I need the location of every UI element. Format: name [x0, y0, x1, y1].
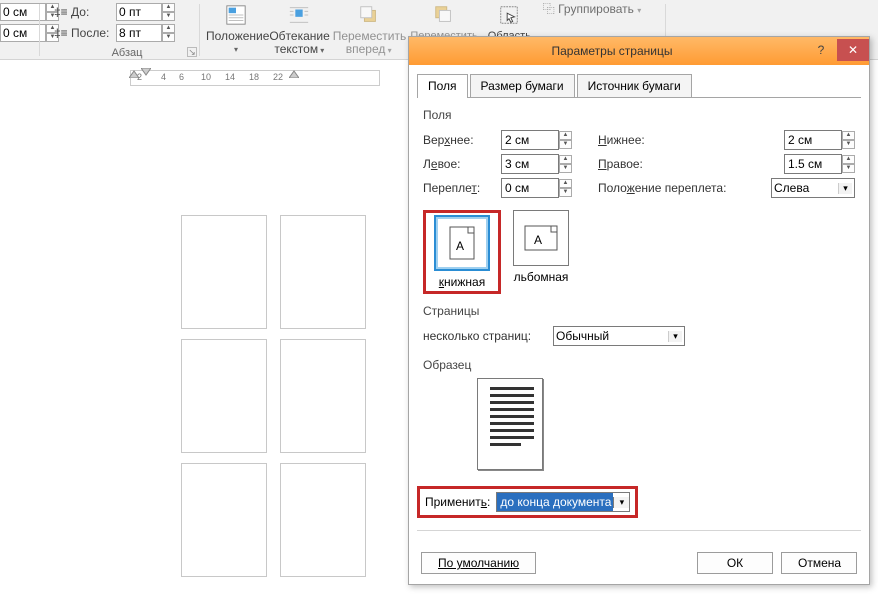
top-margin-label: Верхнее:	[423, 133, 501, 147]
position-button[interactable]: Положение▾	[206, 0, 266, 56]
ok-button[interactable]: ОК	[697, 552, 773, 574]
apply-to-select[interactable]: до конца документа ▾	[496, 492, 630, 512]
close-button[interactable]: ✕	[837, 39, 869, 61]
multiple-pages-label: несколько страниц:	[423, 329, 553, 343]
help-button[interactable]: ?	[805, 39, 837, 61]
page-thumb[interactable]	[181, 463, 267, 577]
page-thumb[interactable]	[280, 215, 366, 329]
gutter-label: Переплет:	[423, 181, 501, 195]
bring-forward-button[interactable]: Переместить вперед ▾	[333, 0, 405, 57]
right-margin-spinner[interactable]: ▲▼	[842, 155, 855, 173]
landscape-icon: A	[513, 210, 569, 266]
cancel-button[interactable]: Отмена	[781, 552, 857, 574]
dialog-buttons: По умолчанию ОК Отмена	[421, 552, 857, 574]
wrap-text-button[interactable]: Обтекание текстом ▾	[269, 0, 329, 57]
svg-text:A: A	[456, 239, 464, 253]
chevron-down-icon: ▾	[668, 331, 682, 342]
preview-section-title: Образец	[423, 358, 855, 372]
paragraph-group-label: Абзац	[54, 47, 200, 59]
preview-section: Образец	[423, 358, 855, 470]
spacing-after-input[interactable]	[116, 24, 162, 42]
page-thumb[interactable]	[280, 339, 366, 453]
page-thumb[interactable]	[280, 463, 366, 577]
gutter-position-select[interactable]: Слева▾	[771, 178, 855, 198]
apply-to-label: Применить:	[425, 495, 490, 509]
dialog-title: Параметры страницы	[419, 44, 805, 58]
send-backward-icon	[408, 0, 480, 30]
indent-left-input[interactable]	[0, 3, 46, 21]
bottom-margin-spinner[interactable]: ▲▼	[842, 131, 855, 149]
page-thumb[interactable]	[181, 339, 267, 453]
orientation-portrait[interactable]: A книжная	[428, 215, 496, 289]
highlight-apply: Применить: до конца документа ▾	[417, 486, 638, 518]
group-icon: ⿻	[543, 2, 555, 16]
first-line-indent-marker[interactable]	[141, 68, 151, 78]
tab-paper-source[interactable]: Источник бумаги	[577, 74, 692, 98]
gutter-spinner[interactable]: ▲▼	[559, 179, 572, 197]
group-button[interactable]: ⿻ Группировать ▾	[543, 0, 642, 17]
right-indent-marker[interactable]	[289, 68, 299, 78]
selection-pane-icon	[483, 0, 535, 30]
orientation-section: A книжная A льбомная	[423, 210, 855, 294]
top-margin-spinner[interactable]: ▲▼	[559, 131, 572, 149]
gutter-position-label: Положение переплета:	[598, 181, 748, 195]
left-margin-spinner[interactable]: ▲▼	[559, 155, 572, 173]
portrait-icon: A	[434, 215, 490, 271]
top-margin-input[interactable]	[501, 130, 559, 150]
paragraph-group: ‡≡ До:▲▼ ‡≡ После:▲▼ Абзац ↘	[54, 0, 200, 59]
svg-text:A: A	[534, 233, 542, 247]
bring-forward-icon	[333, 0, 405, 30]
left-margin-input[interactable]	[501, 154, 559, 174]
apply-to-row: Применить: до конца документа ▾	[417, 486, 861, 518]
indent-right-input[interactable]	[0, 24, 46, 42]
highlight-orientation: A книжная	[423, 210, 501, 294]
spacing-after-spinner[interactable]: ▲▼	[162, 24, 175, 42]
spacing-before-spinner[interactable]: ▲▼	[162, 3, 175, 21]
bottom-margin-label: Нижнее:	[598, 133, 658, 147]
tab-paper-size[interactable]: Размер бумаги	[470, 74, 575, 98]
bottom-margin-input[interactable]	[784, 130, 842, 150]
margins-section-title: Поля	[423, 108, 855, 122]
set-default-button[interactable]: По умолчанию	[421, 552, 536, 574]
spacing-before-input[interactable]	[116, 3, 162, 21]
horizontal-ruler[interactable]: 2 4 6 10 14 18 22	[130, 70, 380, 86]
paragraph-dialog-launcher[interactable]: ↘	[187, 47, 197, 57]
margins-section: Поля Верхнее: ▲▼ Нижнее: ▲▼ Левое: ▲▼ Пр…	[423, 108, 855, 200]
page-thumbnails	[176, 210, 371, 582]
page-setup-dialog: Параметры страницы ? ✕ Поля Размер бумаг…	[408, 36, 870, 585]
page-preview	[477, 378, 543, 470]
dialog-titlebar[interactable]: Параметры страницы ? ✕	[409, 37, 869, 65]
left-margin-label: Левое:	[423, 157, 501, 171]
gutter-input[interactable]	[501, 178, 559, 198]
right-margin-label: Правое:	[598, 157, 658, 171]
chevron-down-icon: ▾	[838, 183, 852, 194]
indent-group: ▲▼ ▲▼	[0, 0, 40, 59]
pages-section-title: Страницы	[423, 304, 855, 318]
chevron-down-icon: ▾	[613, 497, 629, 508]
position-icon	[206, 0, 266, 30]
wrap-text-icon	[269, 0, 329, 30]
tab-fields[interactable]: Поля	[417, 74, 468, 98]
pages-section: Страницы несколько страниц: Обычный▾	[423, 304, 855, 348]
page-thumb[interactable]	[181, 215, 267, 329]
orientation-landscape[interactable]: A льбомная	[507, 210, 575, 294]
right-margin-input[interactable]	[784, 154, 842, 174]
multiple-pages-select[interactable]: Обычный▾	[553, 326, 685, 346]
dialog-tabs: Поля Размер бумаги Источник бумаги	[417, 73, 861, 97]
